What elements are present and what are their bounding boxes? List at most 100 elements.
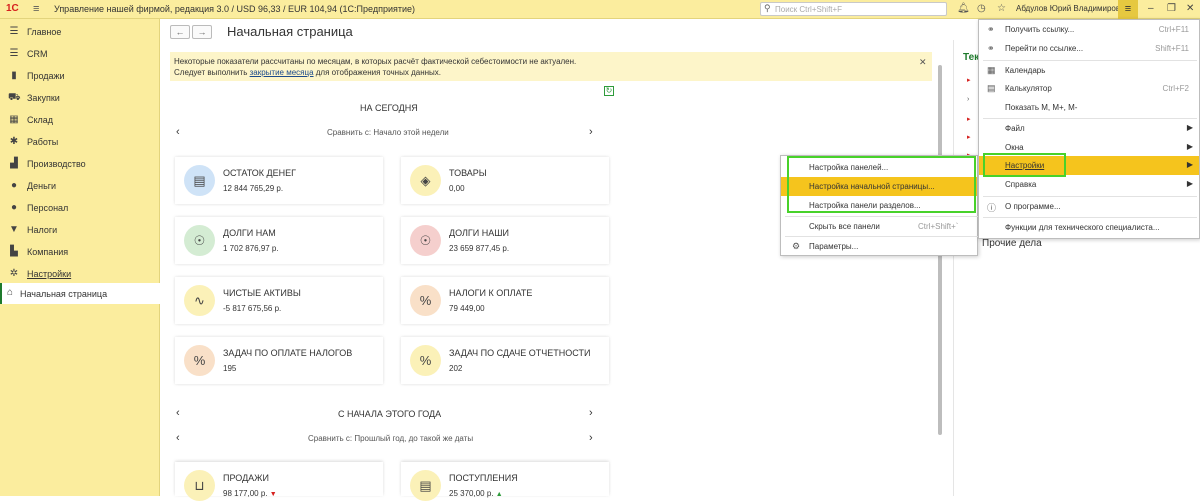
chevron-right-icon[interactable]: › — [589, 432, 593, 444]
chevron-left-icon[interactable]: ‹ — [176, 407, 180, 419]
search-input[interactable]: ⚲ Поиск Ctrl+Shift+F — [760, 2, 947, 16]
compare-year[interactable]: Сравнить с: Прошлый год, до такой же дат… — [308, 434, 473, 443]
sidebar-item-label: Склад — [27, 115, 54, 125]
back-button[interactable]: ← — [170, 25, 190, 39]
sidebar-item-taxes[interactable]: ▼ Налоги — [0, 219, 160, 241]
tax-icon: ▼ — [9, 224, 19, 235]
menu-item-parameters[interactable]: ⚙ Параметры... — [781, 237, 977, 256]
sidebar-item-production[interactable]: ▟ Производство — [0, 153, 160, 175]
sidebar-item-company[interactable]: ▙ Компания — [0, 241, 160, 263]
menu-item-label: Получить ссылку... — [1005, 25, 1075, 34]
menu-item-tech-functions[interactable]: Функции для технического специалиста... — [979, 218, 1199, 237]
chevron-right-icon: ▶ — [1186, 179, 1193, 188]
main-menu-icon[interactable]: ≡ — [33, 3, 39, 15]
sidebar-item-label: Компания — [27, 247, 69, 257]
menu-item-calendar[interactable]: ▦ Календарь — [979, 61, 1199, 80]
menu-item-about[interactable]: ⓘ О программе... — [979, 197, 1199, 216]
sidebar-item-purchases[interactable]: ⛟ Закупки — [0, 87, 160, 109]
current-tasks-panel: Тек ▸ › ▸ ▸ ▸ — [953, 40, 980, 496]
card-reporting-tasks[interactable]: % ЗАДАЧ ПО СДАЧЕ ОТЧЕТНОСТИ 202 — [401, 337, 609, 384]
wrench-icon: ⚙ — [792, 241, 801, 251]
card-value-row: 98 177,00 р. ▼ — [223, 489, 277, 498]
menu-item-label: Файл — [1005, 124, 1025, 133]
basket-icon: ⊔ — [184, 470, 215, 501]
warehouse-icon: ▦ — [9, 114, 19, 125]
card-value: 98 177,00 р. — [223, 489, 268, 498]
menu-item-show-memory[interactable]: Показать М, М+, М- — [979, 98, 1199, 117]
marker-icon: ▸ — [967, 116, 971, 123]
sidebar-item-label: Главное — [27, 27, 62, 37]
warning-text: Некоторые показатели рассчитаны по месяц… — [174, 57, 577, 66]
sidebar-item-home[interactable]: ⌂ Начальная страница — [0, 283, 160, 304]
bell-icon[interactable]: 🔔︎ — [957, 3, 970, 14]
card-title: ПРОДАЖИ — [223, 473, 269, 483]
card-title: ТОВАРЫ — [449, 168, 487, 178]
person-icon: ● — [10, 202, 18, 213]
sidebar-item-sales[interactable]: ▮ Продажи — [0, 65, 160, 87]
chevron-right-icon[interactable]: › — [589, 407, 593, 419]
chevron-right-icon: ▶ — [1186, 123, 1193, 132]
card-taxes-due[interactable]: % НАЛОГИ К ОПЛАТЕ 79 449,00 — [401, 277, 609, 324]
menu-item-shortcut: Shift+F11 — [1155, 44, 1189, 53]
card-net-assets[interactable]: ∿ ЧИСТЫЕ АКТИВЫ -5 817 675,56 р. — [175, 277, 383, 324]
user-name[interactable]: Абдулов Юрий Владимирович — [1016, 4, 1129, 13]
sidebar-item-label: Настройки — [27, 269, 72, 279]
other-tasks-label: Прочие дела — [982, 238, 1042, 249]
menu-item-label: Окна — [1005, 143, 1024, 152]
card-tax-payment-tasks[interactable]: % ЗАДАЧ ПО ОПЛАТЕ НАЛОГОВ 195 — [175, 337, 383, 384]
panel-title: Тек — [963, 52, 980, 63]
sidebar-item-money[interactable]: ● Деньги — [0, 175, 160, 197]
forward-button[interactable]: → — [192, 25, 212, 39]
sidebar-item-warehouse[interactable]: ▦ Склад — [0, 109, 160, 131]
card-title: НАЛОГИ К ОПЛАТЕ — [449, 288, 533, 298]
menu-item-hide-all-panels[interactable]: Скрыть все панели Ctrl+Shift+` — [781, 217, 977, 236]
hand-coin-icon: ☉ — [184, 225, 215, 256]
menu-item-file[interactable]: Файл ▶ — [979, 119, 1199, 138]
chevron-left-icon[interactable]: ‹ — [176, 126, 180, 138]
system-menu-button[interactable]: ≡ — [1118, 0, 1138, 19]
calendar-icon: ▦ — [987, 65, 996, 75]
chevron-right-icon[interactable]: › — [589, 126, 593, 138]
chevron-left-icon[interactable]: ‹ — [176, 432, 180, 444]
history-icon[interactable]: ◷ — [977, 3, 986, 14]
close-icon[interactable]: ✕ — [1186, 3, 1194, 14]
card-value: -5 817 675,56 р. — [223, 304, 282, 313]
menu-item-shortcut: Ctrl+F11 — [1158, 25, 1189, 34]
app-title: Управление нашей фирмой, редакция 3.0 / … — [54, 4, 416, 14]
highlight-frame — [983, 153, 1066, 177]
menu-item-help[interactable]: Справка ▶ — [979, 175, 1199, 194]
expand-icon[interactable]: › — [967, 96, 969, 103]
menu-item-get-link[interactable]: ⚭ Получить ссылку... Ctrl+F11 — [979, 20, 1199, 39]
card-sales[interactable]: ⊔ ПРОДАЖИ 98 177,00 р. ▼ — [175, 462, 383, 501]
refresh-icon[interactable]: ↻ — [604, 86, 614, 96]
menu-item-shortcut: Ctrl+F2 — [1162, 84, 1189, 93]
sidebar-item-settings[interactable]: ✲ Настройки — [0, 263, 160, 285]
card-title: ЧИСТЫЕ АКТИВЫ — [223, 288, 301, 298]
minimize-icon[interactable]: – — [1148, 3, 1154, 14]
compare-today[interactable]: Сравнить с: Начало этой недели — [327, 128, 449, 137]
close-month-link[interactable]: закрытие месяца — [250, 68, 314, 77]
section-title-today: НА СЕГОДНЯ — [360, 103, 418, 113]
menu-item-go-to-link[interactable]: ⚭ Перейти по ссылке... Shift+F11 — [979, 39, 1199, 58]
card-goods[interactable]: ◈ ТОВАРЫ 0,00 — [401, 157, 609, 204]
menu-item-label: Календарь — [1005, 66, 1046, 75]
card-value: 25 370,00 р. — [449, 489, 494, 498]
sidebar-item-crm[interactable]: ☰ CRM — [0, 43, 160, 65]
card-money-balance[interactable]: ▤ ОСТАТОК ДЕНЕГ 12 844 765,29 р. — [175, 157, 383, 204]
hand-coin-icon: ☉ — [410, 225, 441, 256]
favorites-icon[interactable]: ☆ — [997, 3, 1006, 14]
marker-icon: ▸ — [967, 134, 971, 141]
maximize-icon[interactable]: ❐ — [1167, 3, 1176, 14]
card-title: ДОЛГИ НАМ — [223, 228, 276, 238]
close-warning-icon[interactable]: ✕ — [919, 57, 927, 68]
menu-item-label: Функции для технического специалиста... — [1005, 223, 1160, 232]
card-payables[interactable]: ☉ ДОЛГИ НАШИ 23 659 877,45 р. — [401, 217, 609, 264]
card-value: 202 — [449, 364, 463, 373]
sidebar-item-main[interactable]: ☰ Главное — [0, 21, 160, 43]
sidebar-item-works[interactable]: ✱ Работы — [0, 131, 160, 153]
card-receipts[interactable]: ▤ ПОСТУПЛЕНИЯ 25 370,00 р. ▲ — [401, 462, 609, 501]
menu-item-calculator[interactable]: ▤ Калькулятор Ctrl+F2 — [979, 79, 1199, 98]
card-receivables[interactable]: ☉ ДОЛГИ НАМ 1 702 876,97 р. — [175, 217, 383, 264]
link-icon: ⚭ — [987, 43, 995, 53]
sidebar-item-personnel[interactable]: ● Персонал — [0, 197, 160, 219]
